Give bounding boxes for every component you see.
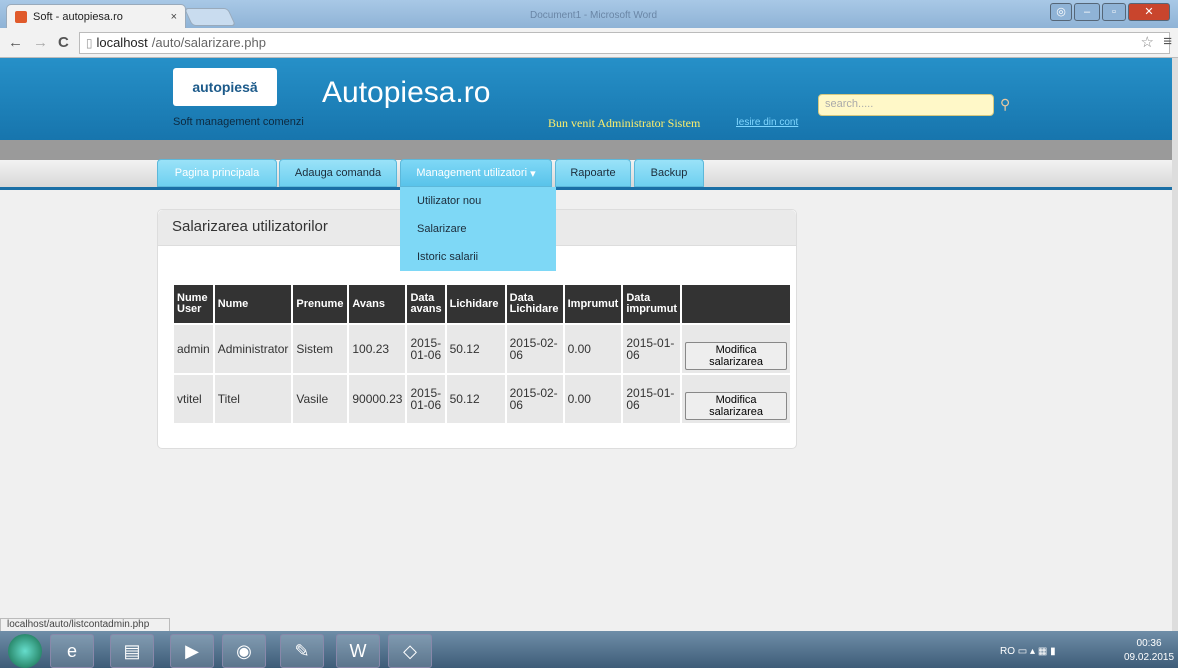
logout-link[interactable]: Iesire din cont: [736, 117, 798, 128]
site-subtitle: Soft management comenzi: [173, 116, 304, 128]
signal-icon[interactable]: ▮: [1050, 646, 1056, 657]
keyboard-icon[interactable]: ▭: [1018, 646, 1027, 657]
cell-settlement-date: 2015-02-06: [506, 375, 563, 423]
cell-settlement-date: 2015-02-06: [506, 325, 563, 373]
cell-firstname: Sistem: [293, 325, 348, 373]
user-management-dropdown: Utilizator nou Salarizare Istoric salari…: [400, 187, 556, 271]
col-advance-date: Data avans: [407, 285, 445, 323]
favicon-icon: [15, 10, 27, 23]
cell-advance: 90000.23: [349, 375, 406, 423]
table-header-row: Nume User Nume Prenume Avans Data avans …: [174, 285, 791, 323]
cell-loan: 0.00: [564, 325, 622, 373]
welcome-text: Bun venit Administrator Sistem: [548, 116, 701, 130]
cell-loan: 0.00: [564, 375, 622, 423]
system-tray: RO ▭ ▴ ▦ ▮: [1000, 646, 1056, 657]
modify-salary-button[interactable]: Modifica salarizarea: [685, 392, 788, 420]
page-icon: ▯: [85, 35, 93, 50]
table-row: vtitel Titel Vasile 90000.23 2015-01-06 …: [174, 375, 791, 423]
status-bar: localhost/auto/listcontadmin.php: [0, 618, 170, 632]
cell-settlement: 50.12: [446, 325, 505, 373]
tab-close-icon[interactable]: ×: [171, 11, 177, 23]
back-icon[interactable]: ←: [8, 34, 23, 51]
cell-name: Titel: [214, 375, 292, 423]
cell-action: Modifica salarizarea: [682, 375, 791, 423]
col-action: [682, 285, 791, 323]
clock-date: 09.02.2015: [1124, 652, 1175, 663]
col-advance: Avans: [349, 285, 406, 323]
nav-user-management[interactable]: Management utilizatori ▾: [400, 159, 552, 187]
chrome-icon[interactable]: ◉: [222, 634, 266, 668]
cell-loan-date: 2015-01-06: [623, 375, 681, 423]
ie-icon[interactable]: e: [50, 634, 94, 668]
clock-time: 00:36: [1136, 638, 1162, 649]
browser-tab-bar: Soft - autopiesa.ro × Document1 - Micros…: [0, 0, 1178, 28]
cell-user: admin: [174, 325, 213, 373]
chevron-down-icon: ▾: [530, 167, 536, 180]
network-icon[interactable]: ▦: [1038, 646, 1047, 657]
cell-advance-date: 2015-01-06: [407, 375, 445, 423]
col-name: Nume: [214, 285, 292, 323]
nav-user-management-label: Management utilizatori: [416, 167, 528, 179]
reload-icon[interactable]: C: [58, 34, 69, 51]
url-path: /auto/salarizare.php: [151, 35, 266, 50]
background-window-title: Document1 - Microsoft Word: [530, 10, 658, 21]
cell-advance-date: 2015-01-06: [407, 325, 445, 373]
cell-action: Modifica salarizarea: [682, 325, 791, 373]
url-host: localhost: [96, 35, 148, 50]
modify-salary-button[interactable]: Modifica salarizarea: [685, 342, 788, 370]
col-loan: Imprumut: [564, 285, 622, 323]
nav-reports[interactable]: Rapoarte: [555, 159, 631, 187]
start-button[interactable]: [8, 634, 42, 668]
cell-user: vtitel: [174, 375, 213, 423]
menu-item-new-user[interactable]: Utilizator nou: [400, 187, 556, 215]
maximize-button[interactable]: ▫: [1102, 3, 1126, 21]
search-input[interactable]: search.....: [818, 94, 994, 116]
grey-separator: [0, 140, 1172, 160]
address-bar: ← → C ▯ localhost/auto/salarizare.php: [0, 28, 1178, 58]
cell-advance: 100.23: [349, 325, 406, 373]
word-icon[interactable]: W: [336, 634, 380, 668]
close-window-button[interactable]: ✕: [1128, 3, 1170, 21]
table-row: admin Administrator Sistem 100.23 2015-0…: [174, 325, 791, 373]
app-icon[interactable]: ◇: [388, 634, 432, 668]
site-header: autopiesă Soft management comenzi Autopi…: [0, 58, 1172, 140]
bookmark-star-icon[interactable]: ☆: [1141, 33, 1154, 51]
explorer-icon[interactable]: ▤: [110, 634, 154, 668]
cell-settlement: 50.12: [446, 375, 505, 423]
nav-backup[interactable]: Backup: [634, 159, 704, 187]
salary-table: Nume User Nume Prenume Avans Data avans …: [172, 283, 792, 425]
browser-menu-icon[interactable]: ≡: [1163, 33, 1172, 50]
nav-add-order[interactable]: Adauga comanda: [279, 159, 397, 187]
col-settlement-date: Data Lichidare: [506, 285, 563, 323]
cell-firstname: Vasile: [293, 375, 348, 423]
user-icon[interactable]: ◎: [1050, 3, 1072, 21]
minimize-button[interactable]: –: [1074, 3, 1100, 21]
col-settlement: Lichidare: [446, 285, 505, 323]
language-indicator[interactable]: RO: [1000, 646, 1015, 657]
url-input[interactable]: ▯ localhost/auto/salarizare.php: [78, 31, 1170, 54]
col-loan-date: Data imprumut: [623, 285, 681, 323]
logo-text: autopiesă: [192, 79, 258, 95]
page-scrollbar[interactable]: [1172, 58, 1178, 631]
show-hidden-icons[interactable]: ▴: [1030, 646, 1035, 657]
site-title: Autopiesa.ro: [322, 76, 491, 109]
notepad-icon[interactable]: ✎: [280, 634, 324, 668]
forward-icon[interactable]: →: [33, 34, 48, 51]
col-user: Nume User: [174, 285, 213, 323]
cell-loan-date: 2015-01-06: [623, 325, 681, 373]
clock[interactable]: 00:36 09.02.2015: [1124, 637, 1174, 665]
search-icon[interactable]: ⚲: [1000, 96, 1010, 113]
nav-home[interactable]: Pagina principala: [157, 159, 277, 187]
tab-title: Soft - autopiesa.ro: [33, 10, 123, 23]
site-logo[interactable]: autopiesă: [173, 68, 277, 106]
new-tab-button[interactable]: [183, 8, 237, 26]
window-controls: ◎ – ▫ ✕: [1050, 3, 1170, 21]
menu-item-salary-history[interactable]: Istoric salarii: [400, 243, 556, 271]
menu-item-salary[interactable]: Salarizare: [400, 215, 556, 243]
browser-tab[interactable]: Soft - autopiesa.ro ×: [6, 4, 186, 28]
cell-name: Administrator: [214, 325, 292, 373]
col-firstname: Prenume: [293, 285, 348, 323]
media-player-icon[interactable]: ▶: [170, 634, 214, 668]
